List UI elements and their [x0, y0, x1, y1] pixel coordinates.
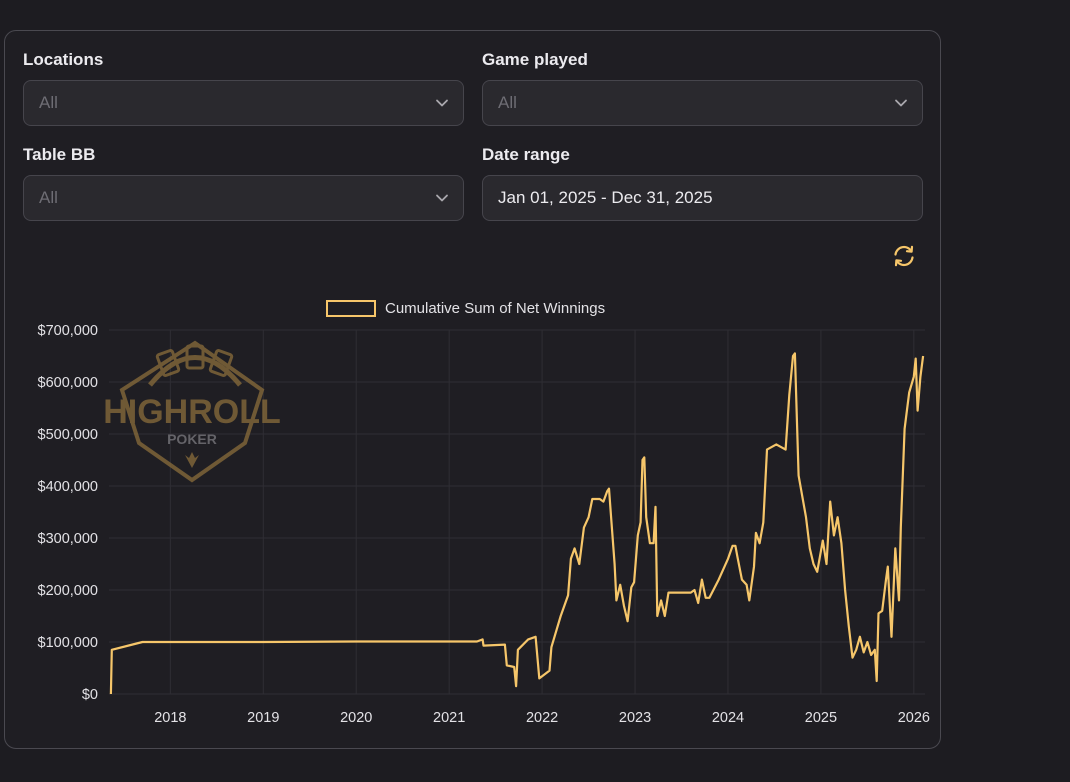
- y-tick-label: $100,000: [38, 635, 98, 651]
- y-axis: $0 $100,000 $200,000 $300,000 $400,000 $500,0…: [38, 323, 98, 703]
- y-tick-label: $700,000: [38, 323, 98, 339]
- x-tick-label: 2026: [898, 710, 930, 726]
- net-winnings-chart: HIGHROLL POKER $0 $100,000 $200,000 $300,00…: [38, 323, 930, 726]
- logo-wordmark: HIGHROLL: [103, 393, 281, 431]
- y-tick-label: $600,000: [38, 375, 98, 391]
- logo-subtitle: POKER: [167, 431, 217, 447]
- x-tick-label: 2019: [247, 710, 279, 726]
- x-tick-label: 2025: [805, 710, 837, 726]
- x-axis: 2018 2019 2020 2021 2022 2023 2024 2025 2026: [154, 710, 930, 726]
- x-tick-label: 2021: [433, 710, 465, 726]
- y-tick-label: $400,000: [38, 479, 98, 495]
- y-tick-label: $500,000: [38, 427, 98, 443]
- y-tick-label: $200,000: [38, 583, 98, 599]
- x-tick-label: 2018: [154, 710, 186, 726]
- y-tick-label: $0: [82, 687, 98, 703]
- x-tick-label: 2022: [526, 710, 558, 726]
- x-tick-label: 2024: [712, 710, 744, 726]
- chart-grid: [109, 329, 925, 695]
- x-tick-label: 2020: [340, 710, 372, 726]
- x-tick-label: 2023: [619, 710, 651, 726]
- y-tick-label: $300,000: [38, 531, 98, 547]
- highroll-poker-logo: HIGHROLL POKER: [103, 340, 281, 483]
